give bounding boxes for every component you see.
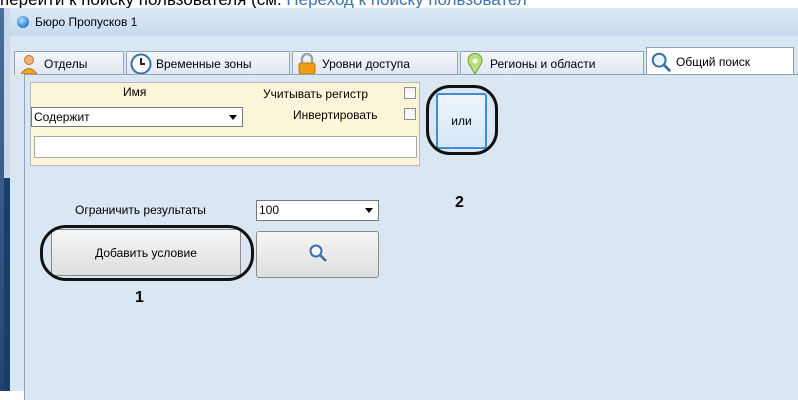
field-name-label: Имя (123, 85, 147, 99)
tab-label: Отделы (44, 56, 88, 71)
operator-value: Содержит (34, 110, 90, 124)
tab-label: Регионы и области (490, 56, 596, 71)
chevron-down-icon (229, 115, 237, 120)
case-sensitive-checkbox[interactable] (404, 87, 416, 99)
condition-value-input[interactable] (34, 136, 417, 158)
tab-time-zones[interactable]: Временные зоны (126, 51, 290, 75)
case-sensitive-label: Учитывать регистр (263, 87, 369, 101)
condition-panel: Имя Учитывать регистр Содержит Инвертиро… (30, 82, 420, 166)
map-pin-icon (464, 52, 486, 75)
tab-access-levels[interactable]: Уровни доступа (292, 51, 458, 75)
tab-strip: Отделы Временные зоны Уровни доступа Рег… (10, 38, 798, 76)
limit-value: 100 (259, 203, 280, 217)
tab-label: Временные зоны (156, 56, 252, 71)
callout-number-1: 1 (135, 289, 144, 306)
left-edge-bar (0, 8, 10, 391)
tab-label: Общий поиск (676, 55, 750, 69)
callout-ellipse-2 (426, 85, 498, 155)
pass-office-window: Бюро Пропусков 1 Отделы Временные зоны У… (10, 8, 798, 400)
person-icon (18, 53, 40, 75)
limit-results-label: Ограничить результаты (75, 203, 206, 217)
search-panel: Имя Учитывать регистр Содержит Инвертиро… (24, 74, 798, 400)
invert-checkbox[interactable] (404, 108, 416, 120)
operator-select[interactable]: Содержит (31, 107, 243, 127)
app-icon (17, 16, 29, 28)
search-icon (308, 243, 328, 266)
search-button[interactable] (256, 231, 379, 278)
search-icon (650, 51, 672, 73)
invert-label: Инвертировать (293, 108, 378, 122)
tab-departments[interactable]: Отделы (14, 51, 124, 75)
tab-label: Уровни доступа (322, 56, 410, 71)
callout-number-2: 2 (455, 194, 464, 211)
tab-general-search[interactable]: Общий поиск (646, 47, 794, 76)
lock-icon (296, 52, 318, 75)
chevron-down-icon (365, 208, 373, 213)
tab-regions[interactable]: Регионы и области (460, 51, 644, 75)
window-title: Бюро Пропусков 1 (35, 15, 138, 29)
clock-icon (130, 53, 152, 75)
callout-ellipse-1 (40, 225, 254, 281)
limit-select[interactable]: 100 (256, 200, 379, 221)
title-bar: Бюро Пропусков 1 (10, 8, 798, 36)
